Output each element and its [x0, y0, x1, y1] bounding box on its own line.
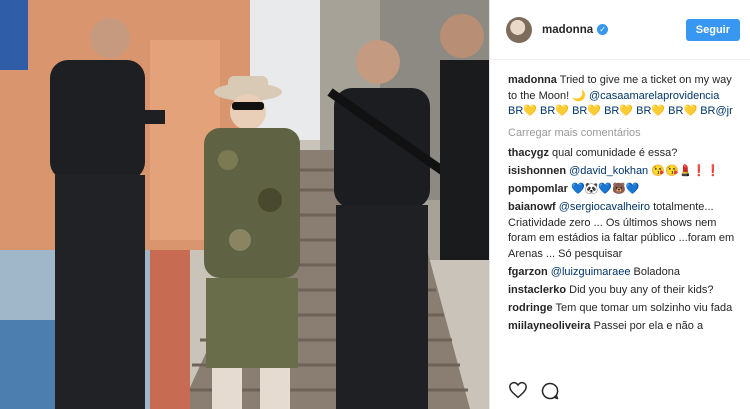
comment-mention[interactable]: @luizguimaraee — [551, 266, 631, 278]
comment: baianowf @sergiocavalheiro totalmente...… — [508, 200, 736, 262]
comment-username[interactable]: instaclerko — [508, 284, 566, 296]
load-more-comments[interactable]: Carregar mais comentários — [508, 126, 736, 142]
comment-text: Boladona — [633, 265, 681, 278]
comment: thacygz qual comunidade é essa? — [508, 146, 736, 162]
verified-badge-icon: ✓ — [597, 24, 609, 35]
comments-panel: madonna ✓ Seguir madonna Tried to give m… — [489, 0, 750, 409]
author-username[interactable]: madonna — [542, 24, 593, 36]
comment-text: 💙🐼💙🐻💙 — [570, 183, 640, 195]
comment: pompomlar 💙🐼💙🐻💙 — [508, 182, 736, 198]
follow-button[interactable]: Seguir — [685, 18, 740, 41]
comments-list: madonna Tried to give me a ticket on my … — [490, 60, 750, 334]
post-photo[interactable] — [0, 0, 489, 409]
comment-mention[interactable]: @sergiocavalheiro — [559, 201, 650, 213]
comment-username[interactable]: isishonnen — [508, 165, 566, 177]
comment: instaclerko Did you buy any of their kid… — [508, 283, 736, 299]
comment-text: qual comunidade é essa? — [552, 147, 678, 159]
comment-username[interactable]: rodringe — [508, 302, 553, 314]
comment-text: Did you buy any of their kids? — [569, 283, 714, 296]
comment: miilayneoliveira Passei por ela e não a — [508, 319, 736, 335]
heart-icon[interactable] — [508, 381, 528, 399]
caption: madonna Tried to give me a ticket on my … — [508, 73, 736, 120]
comment-username[interactable]: thacygz — [508, 147, 549, 159]
comment-icon[interactable] — [540, 381, 560, 401]
comments-fade — [490, 354, 750, 374]
comment: rodringe Tem que tomar um solzinho viu f… — [508, 301, 736, 317]
comment-text: Tem que tomar um solzinho viu fada — [555, 301, 733, 314]
instagram-post: madonna ✓ Seguir madonna Tried to give m… — [0, 0, 750, 409]
comment-mention[interactable]: @david_kokhan — [569, 165, 648, 177]
photo-illustration — [0, 0, 489, 409]
comment-username[interactable]: fgarzon — [508, 266, 548, 278]
comment: fgarzon @luizguimaraee Boladona — [508, 265, 736, 281]
post-header: madonna ✓ Seguir — [490, 0, 750, 60]
comment-text: 😘😘💄❗❗ — [651, 165, 720, 177]
comment-text: Passei por ela e não a — [593, 319, 704, 332]
action-bar — [508, 381, 560, 401]
avatar[interactable] — [506, 16, 532, 43]
comment: isishonnen @david_kokhan 😘😘💄❗❗ — [508, 164, 736, 180]
comment-username[interactable]: pompomlar — [508, 183, 568, 195]
comment-username[interactable]: miilayneoliveira — [508, 320, 591, 332]
caption-username[interactable]: madonna — [508, 74, 557, 86]
comment-username[interactable]: baianowf — [508, 201, 556, 213]
